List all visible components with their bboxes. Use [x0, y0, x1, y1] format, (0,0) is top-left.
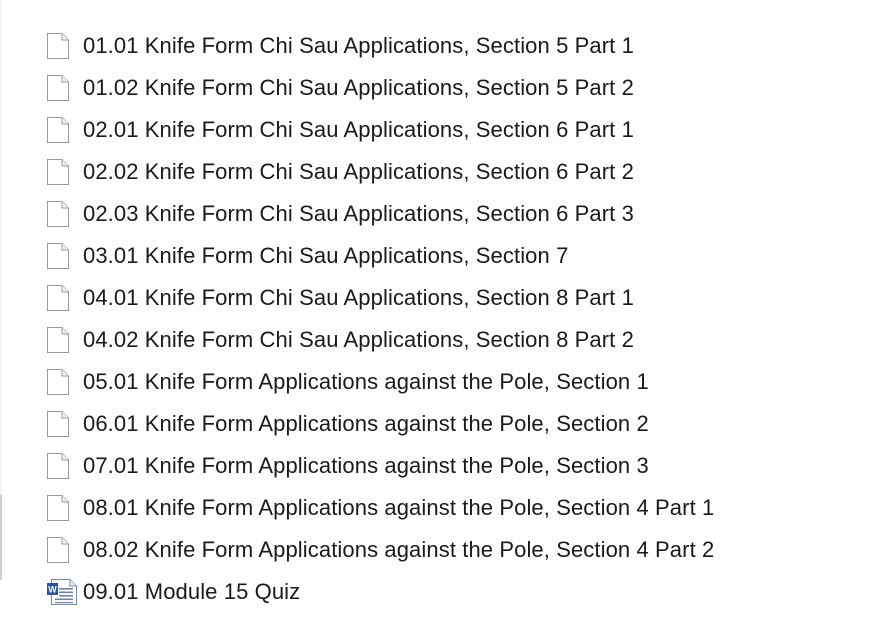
blank-document-icon	[46, 199, 80, 229]
word-document-icon: W	[46, 577, 80, 607]
file-item[interactable]: 04.01 Knife Form Chi Sau Applications, S…	[46, 277, 886, 319]
blank-document-icon	[46, 409, 80, 439]
file-item[interactable]: 01.01 Knife Form Chi Sau Applications, S…	[46, 25, 886, 67]
svg-text:W: W	[48, 585, 57, 595]
file-name: 02.01 Knife Form Chi Sau Applications, S…	[83, 117, 634, 142]
file-item[interactable]: 01.02 Knife Form Chi Sau Applications, S…	[46, 67, 886, 109]
blank-document-icon	[46, 325, 80, 355]
file-name: 01.02 Knife Form Chi Sau Applications, S…	[83, 75, 634, 100]
file-item[interactable]: 08.02 Knife Form Applications against th…	[46, 529, 886, 571]
blank-document-icon	[46, 493, 80, 523]
file-item[interactable]: 03.01 Knife Form Chi Sau Applications, S…	[46, 235, 886, 277]
file-name: 08.01 Knife Form Applications against th…	[83, 495, 715, 520]
file-name: 03.01 Knife Form Chi Sau Applications, S…	[83, 243, 569, 268]
file-item[interactable]: 02.03 Knife Form Chi Sau Applications, S…	[46, 193, 886, 235]
file-name: 06.01 Knife Form Applications against th…	[83, 411, 649, 436]
file-item[interactable]: W 09.01 Module 15 Quiz	[46, 571, 886, 613]
blank-document-icon	[46, 115, 80, 145]
blank-document-icon	[46, 73, 80, 103]
file-name: 08.02 Knife Form Applications against th…	[83, 537, 715, 562]
file-name: 02.02 Knife Form Chi Sau Applications, S…	[83, 159, 634, 184]
blank-document-icon	[46, 241, 80, 271]
blank-document-icon	[46, 535, 80, 565]
scrollbar-edge[interactable]	[0, 495, 2, 580]
file-item[interactable]: 06.01 Knife Form Applications against th…	[46, 403, 886, 445]
blank-document-icon	[46, 31, 80, 61]
blank-document-icon	[46, 367, 80, 397]
blank-document-icon	[46, 451, 80, 481]
file-name: 02.03 Knife Form Chi Sau Applications, S…	[83, 201, 634, 226]
file-item[interactable]: 04.02 Knife Form Chi Sau Applications, S…	[46, 319, 886, 361]
file-item[interactable]: 08.01 Knife Form Applications against th…	[46, 487, 886, 529]
file-name: 04.01 Knife Form Chi Sau Applications, S…	[83, 285, 634, 310]
file-item[interactable]: 02.01 Knife Form Chi Sau Applications, S…	[46, 109, 886, 151]
file-name: 09.01 Module 15 Quiz	[83, 579, 301, 604]
file-name: 01.01 Knife Form Chi Sau Applications, S…	[83, 33, 634, 58]
navigation-pane-edge	[0, 0, 2, 495]
file-item[interactable]: 02.02 Knife Form Chi Sau Applications, S…	[46, 151, 886, 193]
file-name: 05.01 Knife Form Applications against th…	[83, 369, 649, 394]
file-name: 07.01 Knife Form Applications against th…	[83, 453, 649, 478]
file-item[interactable]: 05.01 Knife Form Applications against th…	[46, 361, 886, 403]
file-list: 01.01 Knife Form Chi Sau Applications, S…	[46, 25, 886, 613]
blank-document-icon	[46, 283, 80, 313]
file-item[interactable]: 07.01 Knife Form Applications against th…	[46, 445, 886, 487]
blank-document-icon	[46, 157, 80, 187]
file-name: 04.02 Knife Form Chi Sau Applications, S…	[83, 327, 634, 352]
file-explorer-window: 01.01 Knife Form Chi Sau Applications, S…	[0, 0, 896, 632]
